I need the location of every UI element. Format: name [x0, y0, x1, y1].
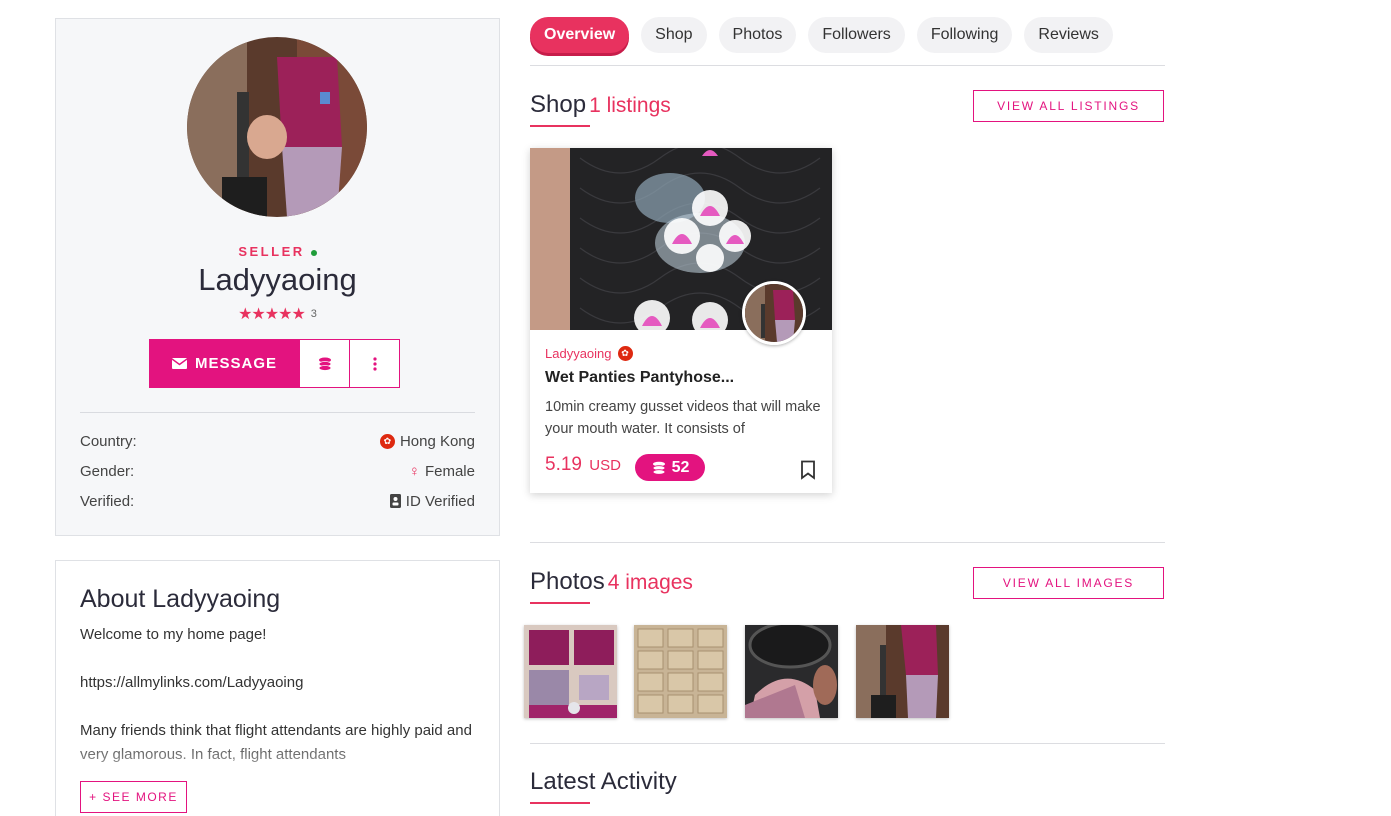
hong-kong-flag-icon: ✿ — [379, 433, 395, 449]
seller-role-label: SELLER — [56, 244, 499, 259]
star-rating-icon: ★★★★★ — [238, 306, 306, 323]
about-link[interactable]: https://allmylinks.com/Ladyyaoing — [80, 671, 475, 695]
bookmark-icon[interactable] — [800, 460, 816, 480]
view-all-images-button[interactable]: VIEW ALL IMAGES — [973, 567, 1164, 599]
tab-overview[interactable]: Overview — [530, 17, 630, 53]
coins-icon — [318, 357, 331, 371]
coin-price-badge: 52 — [635, 454, 705, 481]
id-card-icon — [389, 494, 401, 508]
about-card: About Ladyyaoing Welcome to my home page… — [55, 560, 500, 816]
shop-section-title: Shop 1 listings — [530, 91, 671, 118]
shop-count: 1 listings — [589, 94, 671, 117]
photos-section-title: Photos 4 images — [530, 568, 693, 595]
listing-seller-name: Ladyyaoing — [545, 346, 612, 361]
latest-activity-title: Latest Activity — [530, 768, 677, 795]
verified-row: Verified: ID Verified — [80, 490, 475, 512]
envelope-icon — [171, 358, 187, 369]
listing-seller[interactable]: Ladyyaoing ✿ — [545, 346, 633, 361]
rating[interactable]: ★★★★★ 3 — [56, 304, 499, 324]
female-icon: ♀ — [408, 462, 420, 480]
listing-description: 10min creamy gusset videos that will mak… — [545, 399, 821, 437]
profile-username: Ladyyaoing — [198, 262, 357, 297]
message-button[interactable]: MESSAGE — [149, 339, 300, 388]
about-title: About Ladyyaoing — [80, 585, 281, 613]
divider — [530, 743, 1165, 744]
photo-thumbnail[interactable] — [856, 625, 949, 718]
coins-icon — [652, 461, 665, 475]
profile-actions: MESSAGE — [149, 339, 400, 388]
view-all-listings-button[interactable]: VIEW ALL LISTINGS — [973, 90, 1164, 122]
gender-value: Female — [424, 462, 475, 480]
more-options-button[interactable] — [350, 339, 400, 388]
vertical-dots-icon — [372, 356, 377, 371]
online-status-icon — [310, 249, 317, 256]
divider — [80, 412, 475, 413]
tab-shop[interactable]: Shop — [641, 17, 707, 53]
country-value: Hong Kong — [399, 432, 475, 450]
listing-price: 5.19 USD — [545, 454, 621, 476]
message-button-label: MESSAGE — [194, 355, 277, 372]
gender-label: Gender: — [80, 462, 135, 480]
country-row: Country: ✿ Hong Kong — [80, 430, 475, 452]
about-paragraph: Welcome to my home page! — [80, 626, 267, 643]
listing-seller-avatar[interactable] — [742, 281, 806, 345]
gender-row: Gender: ♀ Female — [80, 460, 475, 482]
tab-following[interactable]: Following — [916, 17, 1013, 53]
profile-tabs: Overview Shop Photos Followers Following… — [530, 17, 1113, 53]
coin-price-value: 52 — [671, 458, 690, 476]
tab-photos[interactable]: Photos — [718, 17, 797, 53]
photo-thumbnail[interactable] — [524, 625, 617, 718]
verified-label: Verified: — [80, 492, 135, 510]
section-underline — [530, 602, 590, 604]
divider — [530, 542, 1165, 543]
tip-coins-button[interactable] — [300, 339, 350, 388]
tab-reviews[interactable]: Reviews — [1024, 17, 1113, 53]
verified-value: ID Verified — [405, 492, 475, 510]
photos-count: 4 images — [607, 571, 693, 594]
section-underline — [530, 125, 590, 127]
price-currency: USD — [589, 457, 621, 474]
profile-avatar[interactable] — [187, 37, 367, 217]
photo-thumbnail[interactable] — [634, 625, 727, 718]
section-underline — [530, 802, 590, 804]
review-count: 3 — [310, 308, 317, 320]
listing-title[interactable]: Wet Panties Pantyhose... — [545, 369, 734, 387]
tab-followers[interactable]: Followers — [808, 17, 905, 53]
hong-kong-flag-icon: ✿ — [617, 346, 633, 361]
photo-thumbnail[interactable] — [745, 625, 838, 718]
divider — [530, 65, 1165, 66]
price-value: 5.19 — [545, 454, 582, 475]
profile-card: SELLER Ladyyaoing ★★★★★ 3 MESSAGE Country… — [55, 18, 500, 536]
country-label: Country: — [80, 432, 137, 450]
see-more-button[interactable]: + SEE MORE — [80, 781, 187, 813]
listing-card[interactable]: Ladyyaoing ✿ Wet Panties Pantyhose... 10… — [530, 148, 832, 493]
